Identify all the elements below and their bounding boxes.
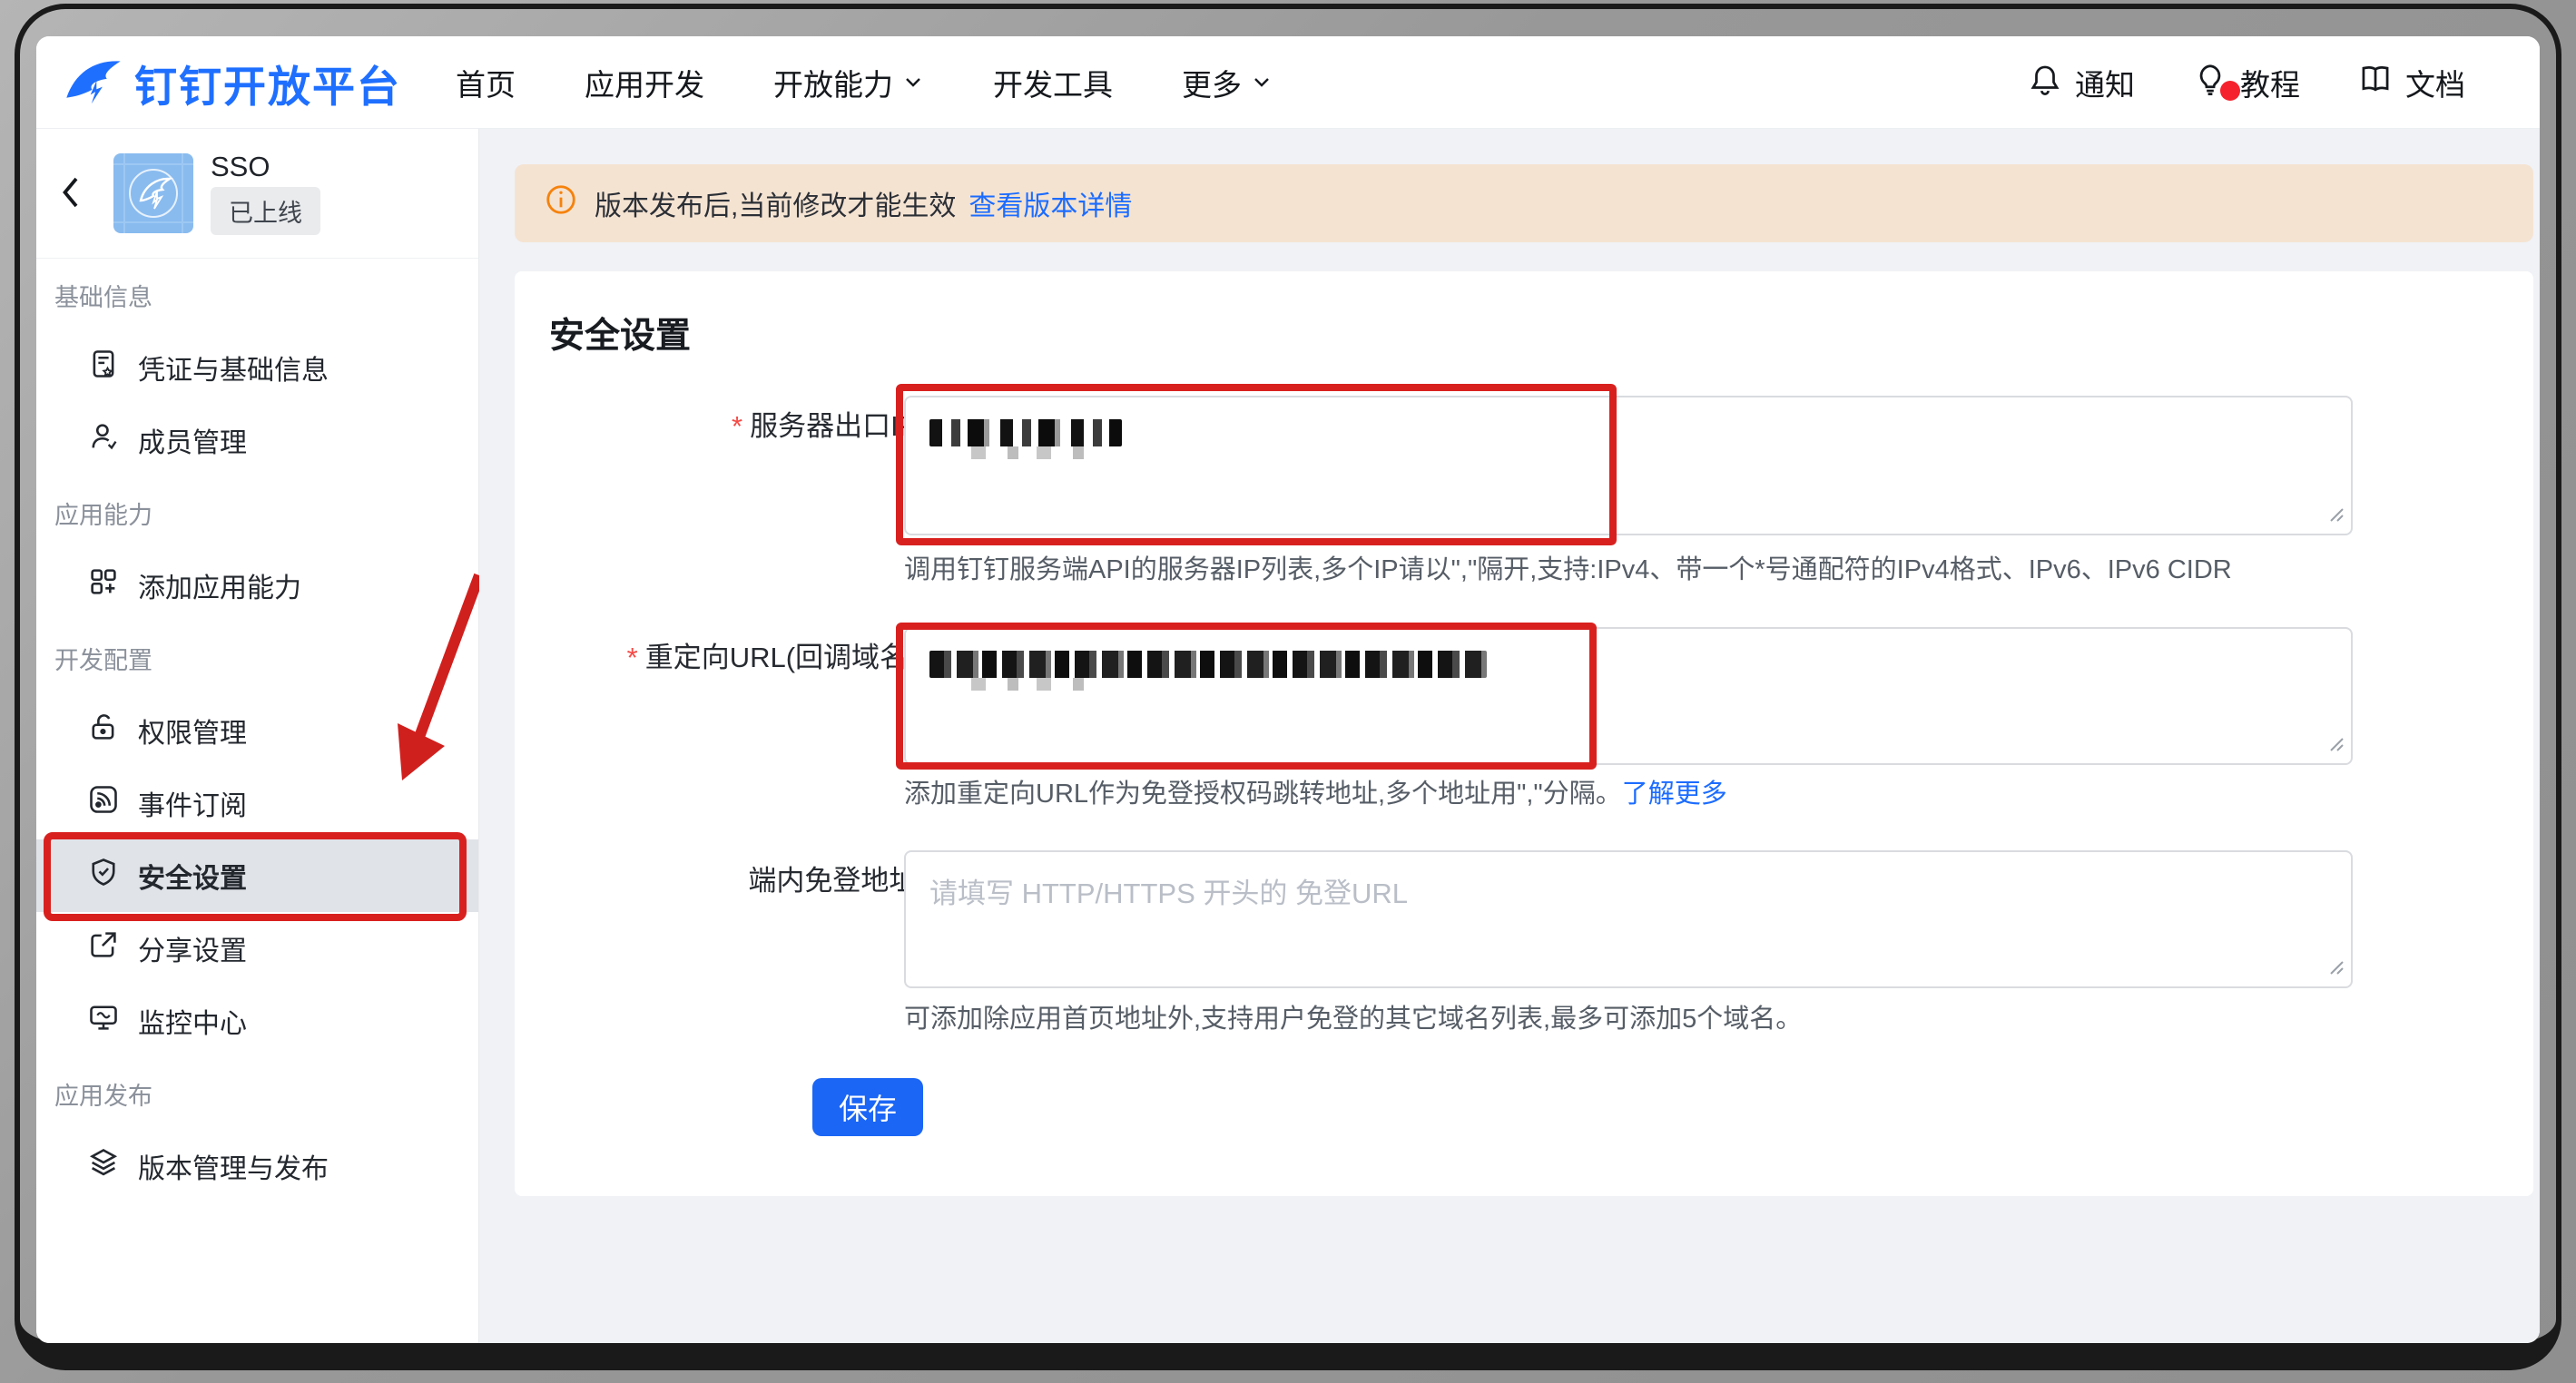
logo-text: 钉钉开放平台 (134, 52, 401, 114)
shield-check-icon (87, 856, 120, 896)
docs-button[interactable]: 文档 (2358, 61, 2465, 104)
nav-menu: 首页 应用开发 开放能力 开发工具 更多 (456, 36, 1273, 129)
section-basic-info: 基础信息 (36, 259, 478, 331)
banner-text: 版本发布后,当前修改才能生效 (595, 183, 956, 223)
nav-utilities: 通知 教程 文档 (2028, 36, 2465, 129)
save-button[interactable]: 保存 (812, 1078, 923, 1136)
grid-plus-icon (87, 565, 120, 605)
dingtalk-wing-icon (64, 54, 123, 112)
resize-grip-icon[interactable] (2324, 731, 2345, 758)
section-app-release: 应用发布 (36, 1057, 478, 1130)
nav-item-app-dev[interactable]: 应用开发 (585, 61, 704, 104)
app-header: SSO 已上线 (36, 129, 478, 259)
chevron-down-icon (1251, 65, 1273, 100)
nav-item-open-capability[interactable]: 开放能力 (773, 61, 924, 104)
user-icon (87, 420, 120, 460)
server-ip-textarea[interactable] (904, 396, 2353, 535)
sidebar: SSO 已上线 基础信息 凭证与基础信息 成员管理 应用能力 添加应用能力 开发… (36, 129, 479, 1343)
required-asterisk: * (732, 410, 742, 442)
app-window: 钉钉开放平台 首页 应用开发 开放能力 开发工具 更多 通知 教程 文档 (36, 36, 2540, 1343)
redirect-url-label: *重定向URL(回调域名): (515, 638, 925, 678)
sidebar-item-monitoring[interactable]: 监控中心 (36, 985, 478, 1057)
tutorial-button[interactable]: 教程 (2193, 61, 2300, 104)
version-notice-banner: 版本发布后,当前修改才能生效 查看版本详情 (515, 164, 2533, 242)
back-chevron-icon[interactable] (56, 174, 87, 215)
security-settings-card: 安全设置 *服务器出口IP: 调用钉钉服务端API的服务器IP列表,多个IP请以… (515, 271, 2533, 1196)
redirect-url-textarea[interactable] (904, 627, 2353, 765)
sidebar-menu: 基础信息 凭证与基础信息 成员管理 应用能力 添加应用能力 开发配置 权限管理 (36, 259, 478, 1202)
rss-icon (87, 783, 120, 823)
chevron-down-icon (902, 65, 924, 100)
resize-grip-icon[interactable] (2324, 955, 2345, 981)
sidebar-item-share-settings[interactable]: 分享设置 (36, 912, 478, 985)
server-ip-help: 调用钉钉服务端API的服务器IP列表,多个IP请以","隔开,支持:IPv4、带… (904, 548, 2232, 586)
share-icon (87, 928, 120, 968)
main-content: 版本发布后,当前修改才能生效 查看版本详情 安全设置 *服务器出口IP: 调用钉… (479, 129, 2540, 1343)
section-dev-config: 开发配置 (36, 622, 478, 694)
top-nav: 钉钉开放平台 首页 应用开发 开放能力 开发工具 更多 通知 教程 文档 (36, 36, 2540, 129)
app-avatar (113, 153, 193, 233)
nav-item-home[interactable]: 首页 (456, 61, 516, 104)
monitor-icon (87, 1001, 120, 1041)
nav-item-dev-tools[interactable]: 开发工具 (993, 61, 1113, 104)
required-asterisk: * (627, 642, 638, 673)
sidebar-item-permissions[interactable]: 权限管理 (36, 694, 478, 767)
sidebar-item-members[interactable]: 成员管理 (36, 404, 478, 476)
id-card-icon (87, 348, 120, 387)
sidebar-item-version-release[interactable]: 版本管理与发布 (36, 1130, 478, 1202)
redacted-value (929, 419, 1122, 446)
sidebar-item-add-capability[interactable]: 添加应用能力 (36, 549, 478, 622)
page-title: 安全设置 (549, 308, 691, 358)
unlock-icon (87, 711, 120, 750)
sso-free-login-label: 端内免登地址: (515, 861, 925, 901)
sso-free-login-textarea[interactable]: 请填写 HTTP/HTTPS 开头的 免登URL (904, 850, 2353, 988)
sidebar-item-event-subscription[interactable]: 事件订阅 (36, 767, 478, 839)
sso-free-login-help: 可添加除应用首页地址外,支持用户免登的其它域名列表,最多可添加5个域名。 (904, 997, 1802, 1035)
view-version-details-link[interactable]: 查看版本详情 (968, 183, 1132, 223)
resize-grip-icon[interactable] (2324, 502, 2345, 528)
redacted-value (929, 651, 1487, 678)
learn-more-link[interactable]: 了解更多 (1622, 780, 1727, 809)
redirect-url-help: 添加重定向URL作为免登授权码跳转地址,多个地址用","分隔。了解更多 (904, 772, 1727, 810)
status-badge: 已上线 (211, 187, 320, 235)
sidebar-item-credentials[interactable]: 凭证与基础信息 (36, 331, 478, 404)
info-circle-icon (544, 182, 595, 224)
nav-item-more[interactable]: 更多 (1182, 61, 1273, 104)
dingtalk-logo[interactable]: 钉钉开放平台 (64, 36, 401, 129)
layers-icon (87, 1146, 120, 1186)
book-icon (2358, 62, 2393, 103)
bell-icon (2028, 62, 2062, 103)
section-app-capability: 应用能力 (36, 476, 478, 549)
sidebar-item-security-settings[interactable]: 安全设置 (36, 839, 478, 912)
app-name: SSO (211, 151, 270, 183)
textarea-placeholder: 请填写 HTTP/HTTPS 开头的 免登URL (929, 870, 1408, 911)
server-ip-label: *服务器出口IP: (515, 407, 925, 446)
notifications-button[interactable]: 通知 (2028, 61, 2135, 104)
notification-badge (2220, 81, 2240, 101)
